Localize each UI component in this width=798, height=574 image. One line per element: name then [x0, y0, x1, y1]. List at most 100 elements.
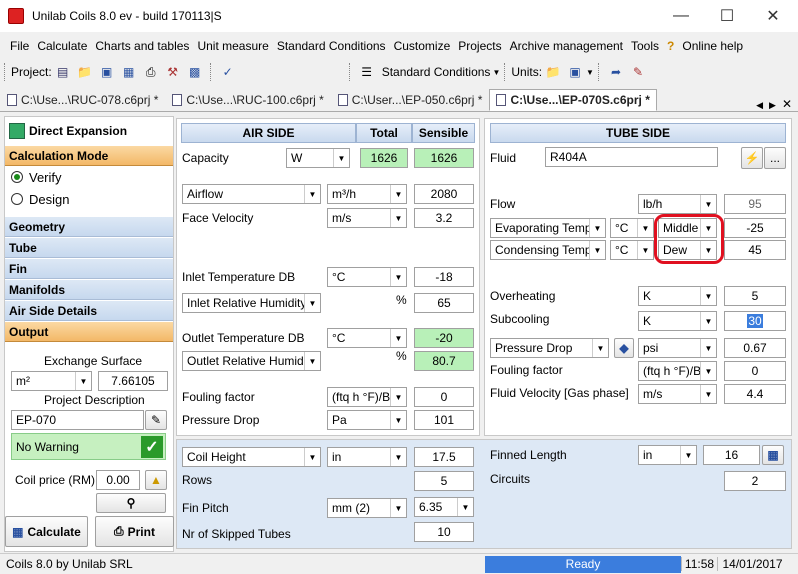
save-icon[interactable]: ▣ — [98, 63, 116, 81]
menu-unit-measure[interactable]: Unit measure — [193, 39, 272, 53]
print-button[interactable]: ⎙ Print — [95, 516, 174, 547]
tab-ruc-078[interactable]: C:\Use...\RUC-078.c6prj * — [0, 89, 165, 111]
section-air-side-details[interactable]: Air Side Details — [5, 300, 173, 321]
tab-close-icon[interactable]: ✕ — [779, 97, 798, 111]
evap-temp-select[interactable]: Evaporating Temp. ▼ — [490, 218, 606, 238]
calc-mode-section[interactable]: Calculation Mode — [5, 145, 173, 166]
coil-height-select[interactable]: Coil Height ▼ — [182, 447, 321, 467]
units-open-icon[interactable]: 📁 — [544, 63, 562, 81]
airflow-input[interactable]: 2080 — [414, 184, 474, 204]
project-desc-input[interactable]: EP-070 — [11, 410, 144, 430]
fin-pitch-select[interactable]: 6.35 ▼ — [414, 497, 474, 517]
cond-temp-select[interactable]: Condensing Temp. ▼ — [490, 240, 606, 260]
coil-price-button[interactable]: ▲ — [145, 470, 167, 490]
fluid-select-button[interactable]: ⚡ — [741, 147, 763, 169]
section-tube[interactable]: Tube — [5, 237, 173, 258]
section-manifolds[interactable]: Manifolds — [5, 279, 173, 300]
chevron-down-icon[interactable]: ▼ — [492, 68, 500, 77]
tab-ep-070s[interactable]: C:\Use...\EP-070S.c6prj * — [489, 89, 657, 111]
chart-icon[interactable]: ▩ — [186, 63, 204, 81]
fluid-more-button[interactable]: ... — [764, 147, 786, 169]
menu-calculate[interactable]: Calculate — [33, 39, 91, 53]
face-velocity-unit-select[interactable]: m/s ▼ — [327, 208, 407, 228]
print-icon[interactable]: ⎙ — [142, 63, 160, 81]
tube-pdrop-option-button[interactable]: ◆ — [614, 338, 634, 358]
calculate-button[interactable]: ▦ Calculate — [5, 516, 88, 547]
air-fouling-unit-select[interactable]: (ftq h °F)/Bt ▼ — [327, 387, 407, 407]
search-button[interactable]: ⚲ — [96, 493, 166, 513]
calculator-icon[interactable]: ▦ — [120, 63, 138, 81]
rows-input[interactable]: 5 — [414, 471, 474, 491]
menu-online-help[interactable]: Online help — [678, 39, 747, 53]
minimize-button[interactable]: — — [658, 0, 704, 32]
circuits-input[interactable]: 2 — [724, 471, 786, 491]
menu-tools[interactable]: Tools — [627, 39, 663, 53]
coil-height-input[interactable]: 17.5 — [414, 447, 474, 467]
tube-side-header: TUBE SIDE — [490, 123, 786, 143]
air-pdrop-unit-select[interactable]: Pa ▼ — [327, 410, 407, 430]
capacity-unit-select[interactable]: W ▼ — [286, 148, 350, 168]
menu-charts[interactable]: Charts and tables — [91, 39, 193, 53]
tube-pdrop-unit-select[interactable]: psi ▼ — [638, 338, 717, 358]
section-geometry[interactable]: Geometry — [5, 216, 173, 237]
evap-unit-select[interactable]: °C ▼ — [610, 218, 654, 238]
design-radio[interactable]: Design — [5, 188, 173, 210]
inlet-rh-input[interactable]: 65 — [414, 293, 474, 313]
outlet-rh-select[interactable]: Outlet Relative Humidity ▼ — [182, 351, 321, 371]
finned-length-calc-button[interactable]: ▦ — [762, 445, 784, 465]
cond-temp-input[interactable]: 45 — [724, 240, 786, 260]
menu-customize[interactable]: Customize — [390, 39, 455, 53]
fluid-input[interactable]: R404A — [545, 147, 718, 167]
tube-pdrop-select[interactable]: Pressure Drop ▼ — [490, 338, 609, 358]
evap-temp-input[interactable]: -25 — [724, 218, 786, 238]
overheating-input[interactable]: 5 — [724, 286, 786, 306]
check-chart-icon[interactable]: ✓ — [219, 63, 237, 81]
tab-ep-050[interactable]: C:\User...\EP-050.c6prj * — [331, 89, 490, 111]
tab-ruc-100[interactable]: C:\Use...\RUC-100.c6prj * — [165, 89, 330, 111]
finned-length-unit-select[interactable]: in ▼ — [638, 445, 697, 465]
inlet-rh-select[interactable]: Inlet Relative Humidity ▼ — [182, 293, 321, 313]
exchange-surface-unit-select[interactable]: m² ▼ — [11, 371, 92, 391]
section-fin[interactable]: Fin — [5, 258, 173, 279]
airflow-unit-select[interactable]: m³/h ▼ — [327, 184, 407, 204]
fin-pitch-unit-select[interactable]: mm (2) ▼ — [327, 498, 407, 518]
tools-icon[interactable]: ⚒ — [164, 63, 182, 81]
menu-archive[interactable]: Archive management — [506, 39, 627, 53]
tube-pdrop-value: 0.67 — [724, 338, 786, 358]
fluid-velocity-unit-select[interactable]: m/s ▼ — [638, 384, 717, 404]
subcooling-input[interactable]: 30 — [724, 311, 786, 331]
tube-fouling-input[interactable]: 0 — [724, 361, 786, 381]
export-icon[interactable]: ➦ — [607, 63, 625, 81]
menu-standard-conditions[interactable]: Standard Conditions — [273, 39, 390, 53]
verify-radio[interactable]: Verify — [5, 166, 173, 188]
paint-icon[interactable]: ✎ — [629, 63, 647, 81]
tab-prev-icon[interactable]: ◀ — [753, 100, 766, 111]
chevron-down-icon[interactable]: ▼ — [586, 68, 594, 77]
units-save-icon[interactable]: ▣ — [566, 63, 584, 81]
coil-price-input[interactable]: 0.00 — [96, 470, 140, 490]
air-fouling-input[interactable]: 0 — [414, 387, 474, 407]
subcooling-unit-select[interactable]: K ▼ — [638, 311, 717, 331]
finned-length-input[interactable]: 16 — [703, 445, 760, 465]
inlet-db-input[interactable]: -18 — [414, 267, 474, 287]
skipped-tubes-input[interactable]: 10 — [414, 522, 474, 542]
tab-next-icon[interactable]: ▶ — [766, 100, 779, 111]
open-folder-icon[interactable]: 📁 — [76, 63, 94, 81]
new-document-icon[interactable]: ▤ — [54, 63, 72, 81]
close-button[interactable]: ✕ — [750, 0, 796, 32]
inlet-db-unit-select[interactable]: °C ▼ — [327, 267, 407, 287]
menu-projects[interactable]: Projects — [454, 39, 505, 53]
flow-unit-select[interactable]: lb/h ▼ — [638, 194, 717, 214]
menu-file[interactable]: File — [6, 39, 33, 53]
airflow-select[interactable]: Airflow ▼ — [182, 184, 321, 204]
std-conditions-dropdown[interactable]: Standard Conditions — [382, 65, 491, 79]
tube-fouling-unit-select[interactable]: (ftq h °F)/Bt ▼ — [638, 361, 717, 381]
project-desc-edit-button[interactable]: ✎ — [145, 410, 167, 430]
toolbar-grip — [504, 63, 507, 81]
coil-height-unit-select[interactable]: in ▼ — [327, 447, 407, 467]
cond-unit-select[interactable]: °C ▼ — [610, 240, 654, 260]
maximize-button[interactable]: ☐ — [704, 0, 750, 32]
section-output[interactable]: Output — [5, 321, 173, 342]
overheating-unit-select[interactable]: K ▼ — [638, 286, 717, 306]
outlet-db-unit-select[interactable]: °C ▼ — [327, 328, 407, 348]
